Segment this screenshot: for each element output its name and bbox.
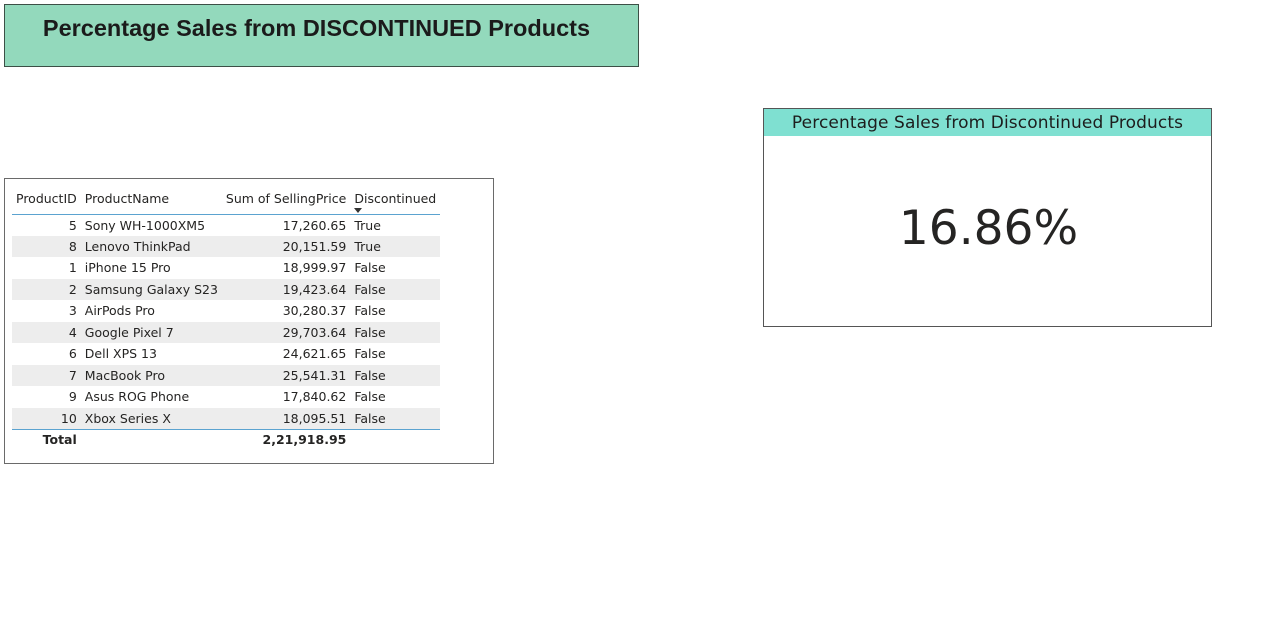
card-value: 16.86% [898, 201, 1079, 256]
cell-sellingprice: 24,621.65 [282, 346, 347, 362]
cell-productname: Sony WH-1000XM5 [84, 217, 206, 233]
cell-productname: Asus ROG Phone [84, 389, 190, 405]
table-row[interactable]: 10 Xbox Series X 18,095.51 False [12, 407, 441, 430]
card-title: Percentage Sales from Discontinued Produ… [791, 112, 1184, 133]
total-price: 2,21,918.95 [262, 431, 347, 447]
cell-sellingprice: 20,151.59 [221, 235, 351, 257]
cell-discontinued: True [354, 217, 381, 233]
column-header-discontinued[interactable]: Discontinued [350, 183, 441, 215]
table-row[interactable]: 5 Sony WH-1000XM5 17,260.65 True [12, 214, 440, 236]
cell-sellingprice: 18,999.97 [282, 260, 347, 276]
table-row[interactable]: 1 iPhone 15 Pro 18,999.97 False [12, 257, 440, 279]
products-table: ProductID ProductName Sum of SellingPric… [12, 183, 441, 449]
table-row[interactable]: 6 Dell XPS 13 24,621.65 False [12, 343, 440, 365]
cell-productname: AirPods Pro [84, 303, 155, 319]
cell-productname: iPhone 15 Pro [84, 260, 171, 276]
cell-sellingprice: 18,095.51 [221, 407, 351, 430]
cell-discontinued: False [354, 389, 386, 405]
cell-productname: MacBook Pro [80, 364, 222, 386]
column-header-productname[interactable]: ProductName [80, 183, 222, 215]
cell-productname: Lenovo ThinkPad [80, 235, 222, 257]
cell-discontinued: False [350, 321, 441, 343]
products-table-container: ProductID ProductName Sum of SellingPric… [12, 183, 441, 449]
cell-discontinued: False [354, 346, 386, 362]
cell-sellingprice: 29,703.64 [221, 321, 351, 343]
cell-sellingprice: 30,280.37 [282, 303, 347, 319]
table-row[interactable]: 3 AirPods Pro 30,280.37 False [12, 300, 440, 322]
percentage-card-visual[interactable]: Percentage Sales from Discontinued Produ… [763, 108, 1212, 327]
table-row[interactable]: 4 Google Pixel 7 29,703.64 False [12, 321, 441, 343]
cell-sellingprice: 19,423.64 [221, 278, 351, 300]
cell-productname: Dell XPS 13 [84, 346, 157, 362]
total-empty-cell [81, 429, 222, 449]
cell-productid: 9 [68, 389, 77, 405]
cell-productid: 4 [12, 321, 81, 343]
report-title: Percentage Sales from DISCONTINUED Produ… [42, 15, 591, 41]
products-table-visual[interactable]: ProductID ProductName Sum of SellingPric… [4, 178, 494, 464]
cell-productname: Google Pixel 7 [80, 321, 222, 343]
total-empty-cell [350, 429, 440, 449]
cell-productid: 10 [12, 407, 81, 430]
cell-productname: Samsung Galaxy S23 [80, 278, 222, 300]
table-row[interactable]: 8 Lenovo ThinkPad 20,151.59 True [12, 235, 441, 257]
cell-discontinued: False [350, 278, 441, 300]
cell-discontinued: False [354, 303, 386, 319]
column-header-sum-sellingprice[interactable]: Sum of SellingPrice [221, 183, 351, 215]
sort-descending-icon [354, 207, 363, 213]
cell-productname: Xbox Series X [80, 407, 222, 430]
total-label: Total [42, 431, 77, 447]
column-header-productid[interactable]: ProductID [12, 183, 81, 215]
card-header: Percentage Sales from Discontinued Produ… [764, 109, 1211, 136]
cell-productid: 1 [68, 260, 77, 276]
cell-productid: 8 [12, 235, 81, 257]
cell-discontinued: False [350, 364, 441, 386]
cell-sellingprice: 25,541.31 [221, 364, 351, 386]
table-row[interactable]: 9 Asus ROG Phone 17,840.62 False [12, 386, 440, 408]
table-header-row: ProductID ProductName Sum of SellingPric… [12, 183, 441, 215]
table-row[interactable]: 7 MacBook Pro 25,541.31 False [12, 364, 441, 386]
cell-discontinued: False [354, 260, 386, 276]
cell-productid: 3 [68, 303, 77, 319]
report-title-banner: Percentage Sales from DISCONTINUED Produ… [4, 4, 639, 67]
cell-discontinued: True [350, 235, 441, 257]
table-row[interactable]: 2 Samsung Galaxy S23 19,423.64 False [12, 278, 441, 300]
cell-productid: 7 [12, 364, 81, 386]
cell-discontinued: False [350, 407, 441, 430]
cell-productid: 6 [68, 346, 77, 362]
cell-productid: 5 [68, 217, 77, 233]
cell-sellingprice: 17,840.62 [282, 389, 347, 405]
table-body: 5 Sony WH-1000XM5 17,260.65 True 8 Lenovo Thi… [12, 214, 441, 430]
cell-productid: 2 [12, 278, 81, 300]
cell-sellingprice: 17,260.65 [282, 217, 347, 233]
table-total-row: Total 2,21,918.95 [12, 429, 440, 449]
